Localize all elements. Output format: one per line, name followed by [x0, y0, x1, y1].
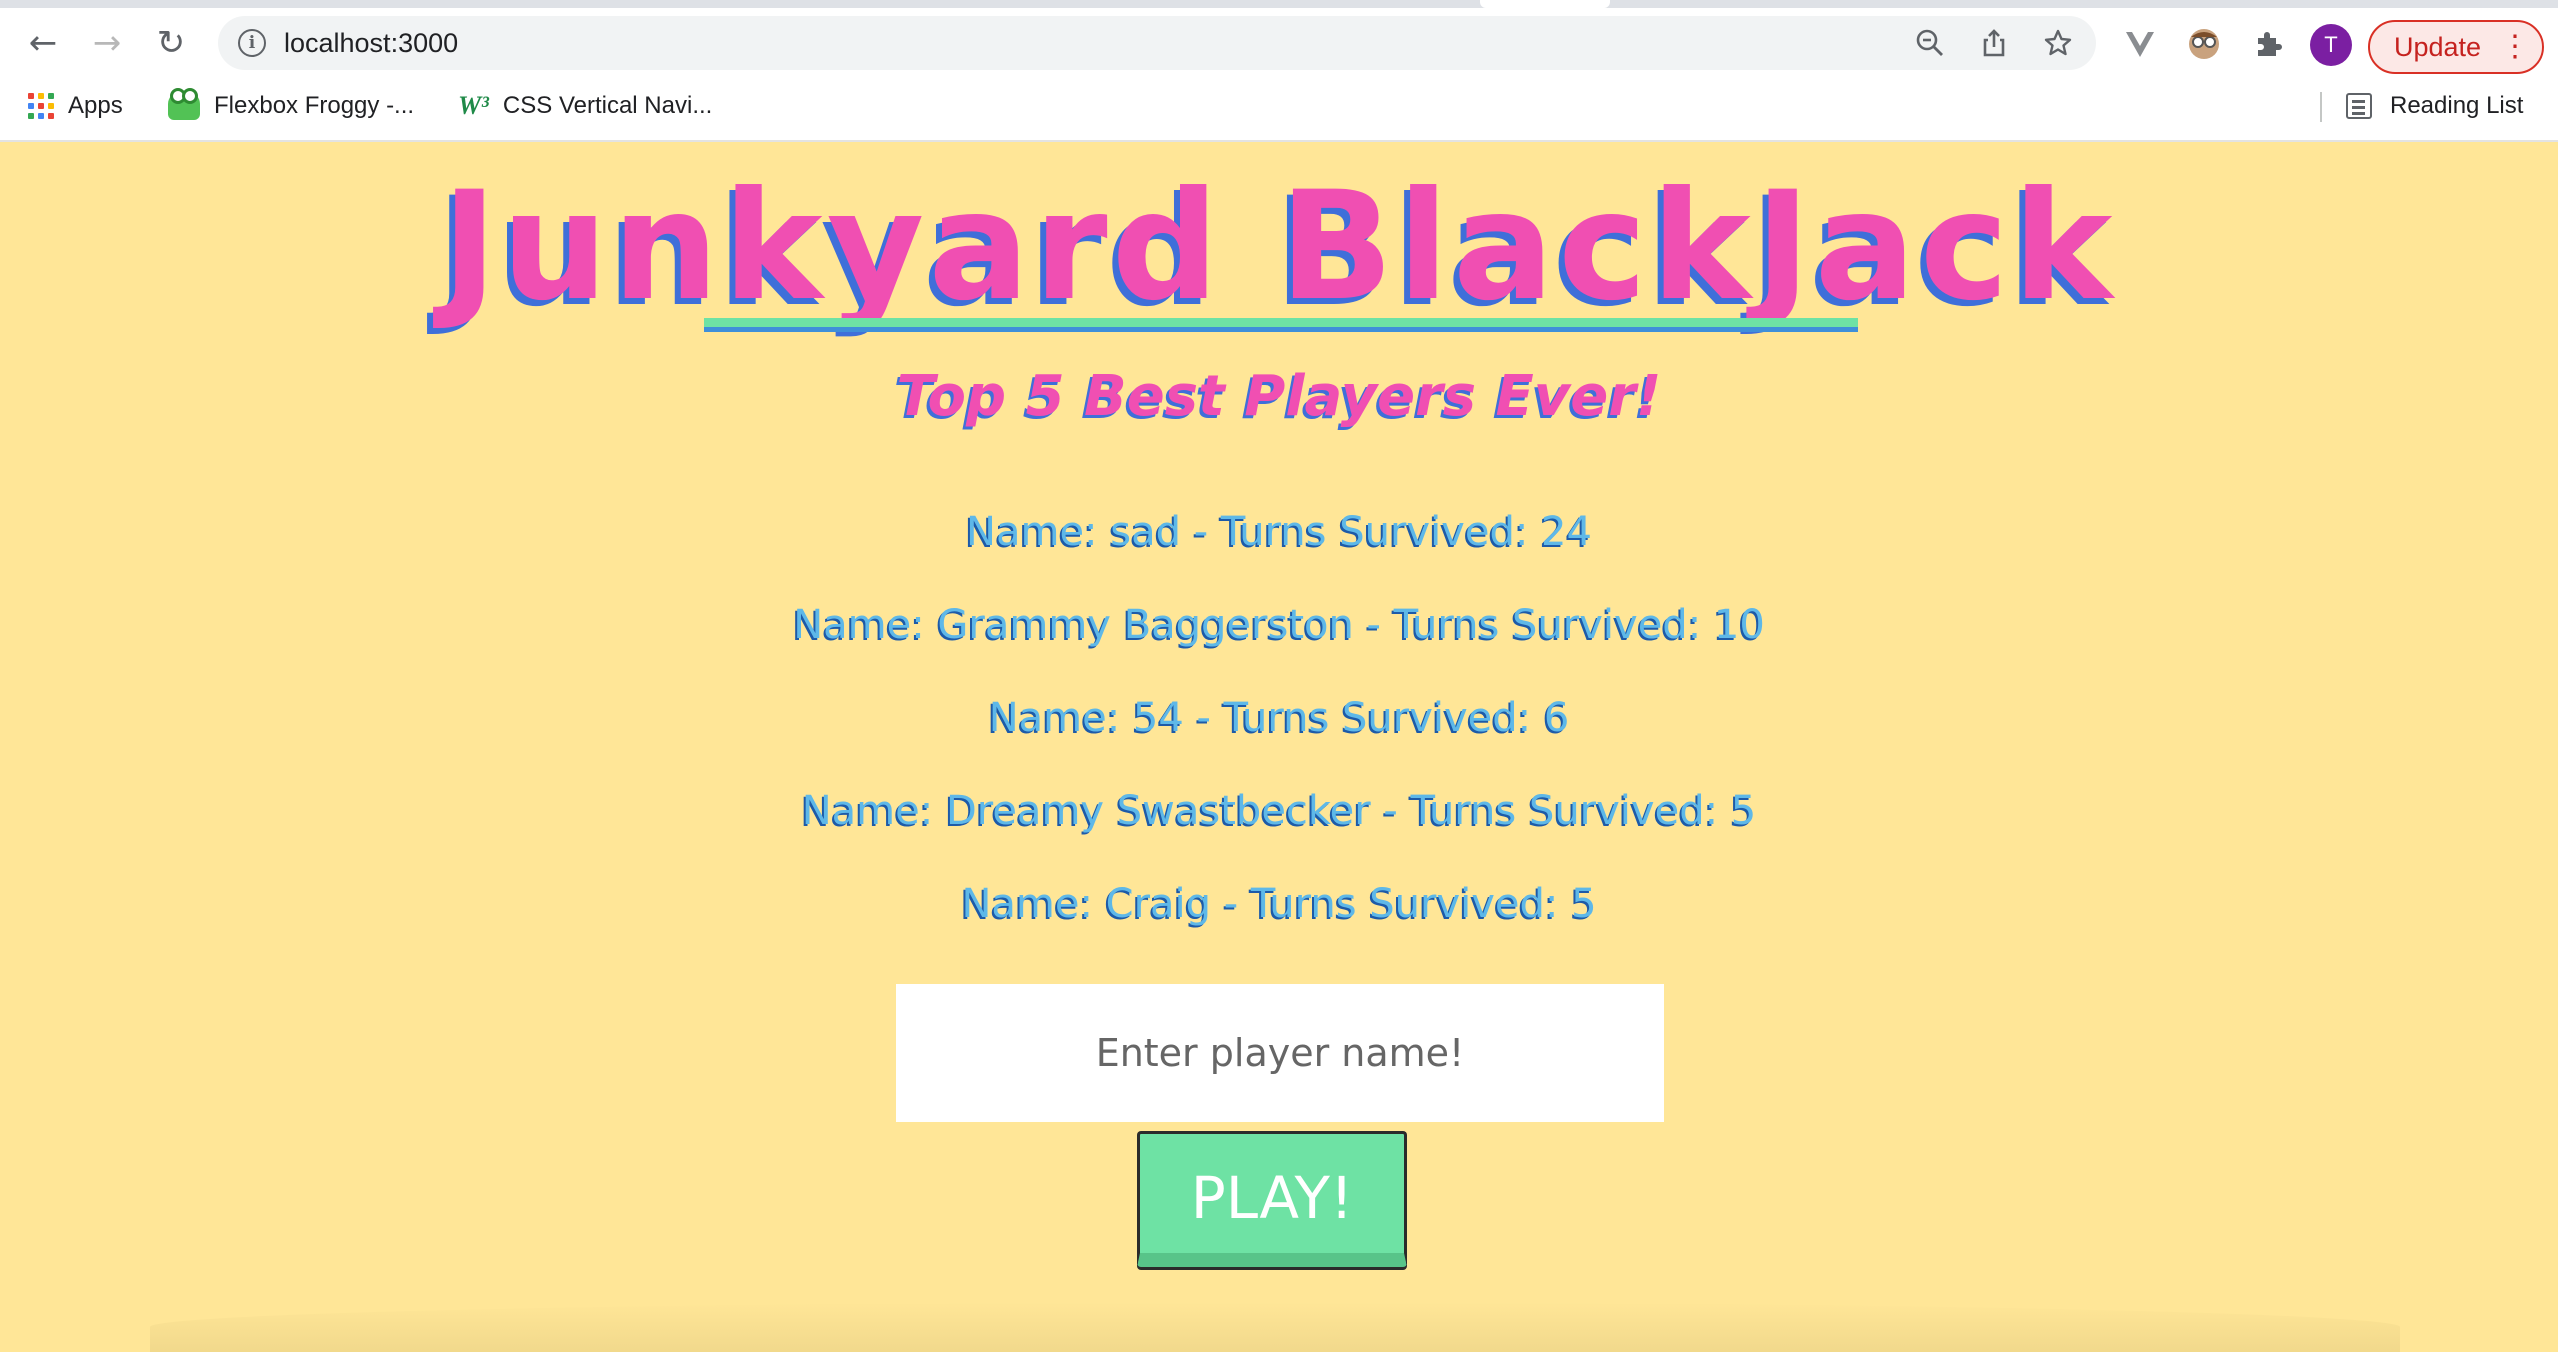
bookmarks-bar: Apps Flexbox Froggy -... W³ CSS Vertical…	[0, 78, 2558, 134]
bookmark-apps[interactable]: Apps	[28, 88, 123, 124]
bookmark-label: Flexbox Froggy -...	[214, 92, 415, 119]
leaderboard-entry: Name: 54 - Turns Survived: 6	[988, 695, 1570, 741]
bookmark-label: Apps	[68, 92, 123, 119]
leaderboard-entry: Name: sad - Turns Survived: 24	[966, 509, 1592, 555]
update-label: Update	[2394, 31, 2482, 62]
bookmark-flexbox-froggy[interactable]: Flexbox Froggy -...	[168, 88, 414, 124]
leaderboard-entry: Name: Grammy Baggerston - Turns Survived…	[793, 602, 1765, 648]
bookmarks-divider	[2320, 92, 2322, 122]
back-arrow-icon[interactable]: ←	[18, 18, 68, 68]
address-bar[interactable]: i localhost:3000	[218, 16, 2096, 70]
forward-arrow-icon[interactable]: →	[82, 18, 132, 68]
game-title: Junkyard BlackJack	[441, 160, 2117, 334]
play-button[interactable]: PLAY!	[1137, 1131, 1407, 1267]
share-icon[interactable]	[1978, 27, 2010, 59]
bookmark-star-icon[interactable]	[2042, 27, 2074, 59]
player-name-input[interactable]	[896, 984, 1664, 1122]
vue-devtools-icon[interactable]	[2122, 26, 2158, 62]
site-info-icon[interactable]: i	[238, 29, 266, 57]
reload-icon[interactable]: ↻	[146, 18, 196, 68]
apps-grid-icon	[28, 93, 54, 119]
bookmark-css-vertical-nav[interactable]: W³ CSS Vertical Navi...	[458, 88, 712, 124]
reading-list-button[interactable]: Reading List	[2346, 88, 2523, 124]
tab-strip	[0, 0, 2558, 8]
zoom-out-icon[interactable]	[1914, 27, 1946, 59]
leaderboard-list: Name: sad - Turns Survived: 24 Name: Gra…	[0, 502, 2558, 967]
extensions-puzzle-icon[interactable]	[2250, 26, 2286, 62]
menu-dots-icon[interactable]: ⋮	[2500, 30, 2530, 64]
extension-avatar-icon[interactable]	[2186, 26, 2222, 62]
leaderboard-entry: Name: Craig - Turns Survived: 5	[961, 881, 1597, 927]
game-page: Junkyard BlackJack Top 5 Best Players Ev…	[0, 142, 2558, 1352]
update-button[interactable]: Update ⋮	[2368, 20, 2544, 74]
profile-avatar[interactable]: T	[2310, 24, 2352, 66]
active-tab[interactable]	[1480, 0, 1610, 8]
leaderboard-subtitle: Top 5 Best Players Ever!	[896, 364, 1662, 429]
reading-list-label: Reading List	[2390, 92, 2524, 119]
frog-icon	[168, 88, 200, 120]
title-underline	[704, 318, 1858, 332]
page-bottom-shadow	[150, 1302, 2400, 1352]
bookmark-label: CSS Vertical Navi...	[502, 92, 713, 119]
browser-toolbar: ← → ↻ i localhost:3000 T Update ⋮	[0, 8, 2558, 78]
url-text[interactable]: localhost:3000	[284, 25, 458, 61]
reading-list-icon	[2346, 93, 2372, 119]
browser-chrome: ← → ↻ i localhost:3000 T Update ⋮ Apps F…	[0, 0, 2558, 142]
leaderboard-entry: Name: Dreamy Swastbecker - Turns Survive…	[801, 788, 1757, 834]
w3-icon: W³	[458, 91, 489, 120]
